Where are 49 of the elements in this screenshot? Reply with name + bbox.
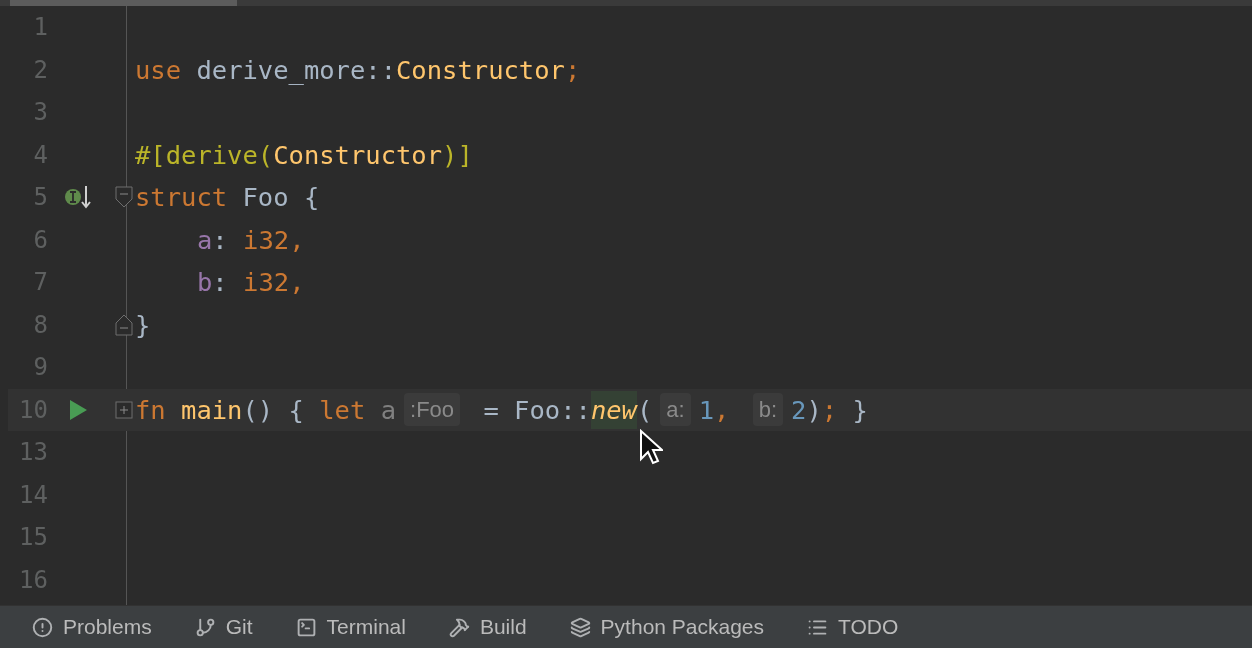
code-token: a [380, 393, 397, 427]
code-token: } [135, 308, 151, 342]
code-token: () { [242, 393, 305, 427]
warning-icon [32, 616, 53, 638]
fold-icon[interactable] [115, 186, 133, 209]
code-token: fn [135, 393, 167, 427]
code-token: )] [442, 138, 473, 172]
code-token: Foo { [242, 181, 320, 215]
code-token: 2 [791, 393, 807, 427]
code-token: } [851, 393, 868, 427]
mouse-pointer-icon [639, 428, 663, 465]
inlay-hint: a: [660, 393, 691, 427]
inlay-hint: :Foo [404, 393, 461, 427]
code-token: i32, [243, 223, 305, 257]
code-token: ; [564, 53, 581, 87]
code-token: b [197, 266, 213, 300]
code-token: struct [135, 181, 229, 215]
tool-window-button[interactable]: Terminal [295, 611, 406, 643]
code-token: Constructor [396, 53, 565, 87]
code-token: = Foo:: [482, 393, 591, 427]
code-token: use [135, 53, 183, 87]
implements-icon[interactable] [64, 184, 94, 211]
terminal-icon [295, 616, 317, 638]
run-icon[interactable] [68, 398, 88, 421]
code-token: , [714, 393, 731, 427]
code-token: derive_more:: [196, 53, 396, 87]
tool-window-button[interactable]: Git [194, 611, 253, 643]
code-token: : [212, 266, 229, 300]
code-token: main [181, 393, 243, 427]
fold-icon[interactable] [115, 313, 133, 336]
expand-icon[interactable] [115, 400, 133, 419]
code-token: : [212, 223, 229, 257]
tool-window-button[interactable]: Python Packages [569, 611, 765, 643]
layers-icon [569, 616, 591, 638]
code-token: new [590, 390, 637, 429]
code-token: 1 [698, 393, 715, 427]
tool-window-button[interactable]: TODO [807, 611, 899, 643]
branch-icon [194, 616, 216, 638]
hammer-icon [448, 616, 470, 638]
inlay-hint: b: [752, 393, 784, 427]
code-token: Constructor [273, 138, 443, 172]
tool-window-button[interactable]: Build [448, 611, 527, 643]
code-token: let [319, 393, 367, 427]
code-token: ) [806, 393, 822, 427]
tool-window-button[interactable]: Problems [32, 611, 152, 643]
code-token: #[derive( [135, 138, 274, 172]
code-token: i32, [243, 266, 305, 300]
code-token: a [197, 223, 213, 257]
code-token: ; [821, 393, 838, 427]
